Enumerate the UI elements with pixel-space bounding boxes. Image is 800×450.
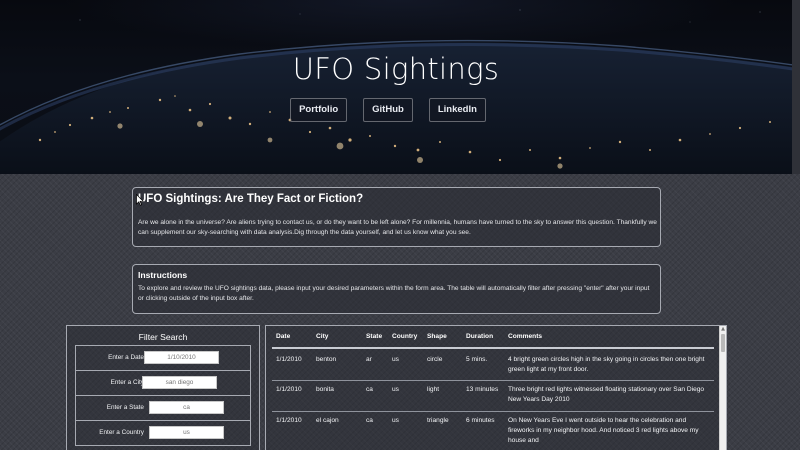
hero-edge bbox=[792, 0, 800, 174]
scroll-up-arrow-icon[interactable]: ▲ bbox=[720, 326, 726, 332]
ufo-table: Date City State Country Shape Duration C… bbox=[272, 326, 714, 450]
column-header-city: City bbox=[312, 326, 362, 349]
cell-country: us bbox=[388, 411, 423, 450]
table-row: 1/1/2010 bonita ca us light 13 minutes T… bbox=[272, 380, 714, 412]
github-button[interactable]: GitHub bbox=[363, 98, 413, 122]
state-label: Enter a State bbox=[106, 404, 144, 411]
filter-title: Filter Search bbox=[138, 332, 188, 342]
cell-duration: 6 minutes bbox=[462, 411, 504, 450]
city-input[interactable] bbox=[142, 376, 217, 389]
cell-shape: light bbox=[423, 380, 462, 412]
country-label: Enter a Country bbox=[99, 429, 144, 436]
cell-city: benton bbox=[312, 348, 362, 381]
column-header-country: Country bbox=[388, 326, 423, 349]
country-input[interactable] bbox=[149, 426, 224, 439]
hero-banner: UFO Sightings Portfolio GitHub LinkedIn bbox=[0, 0, 800, 174]
cell-duration: 13 minutes bbox=[462, 380, 504, 412]
column-header-shape: Shape bbox=[423, 326, 462, 349]
state-input[interactable] bbox=[149, 401, 224, 414]
intro-panel: UFO Sightings: Are They Fact or Fiction?… bbox=[132, 187, 661, 247]
cell-shape: circle bbox=[423, 348, 462, 381]
column-header-date: Date bbox=[272, 326, 312, 349]
cell-city: el cajon bbox=[312, 411, 362, 450]
linkedin-button[interactable]: LinkedIn bbox=[428, 98, 486, 122]
filter-item-city: Enter a City bbox=[76, 371, 250, 396]
cell-date: 1/1/2010 bbox=[272, 411, 312, 450]
cell-date: 1/1/2010 bbox=[272, 348, 312, 381]
column-header-duration: Duration bbox=[462, 326, 504, 349]
filter-list: Enter a Date Enter a City Enter a State … bbox=[75, 345, 251, 446]
instructions-panel: Instructions To explore and review the U… bbox=[132, 264, 661, 314]
cell-comments: On New Years Eve I went outside to hear … bbox=[504, 411, 714, 450]
cell-date: 1/1/2010 bbox=[272, 380, 312, 412]
filter-item-state: Enter a State bbox=[76, 396, 250, 421]
table-row: 1/1/2010 el cajon ca us triangle 6 minut… bbox=[272, 411, 714, 450]
date-input[interactable] bbox=[144, 351, 219, 364]
cell-comments: Three bright red lights witnessed floati… bbox=[504, 380, 714, 412]
intro-text: Are we alone in the universe? Are aliens… bbox=[138, 219, 657, 236]
page-title: UFO Sightings bbox=[292, 52, 500, 86]
portfolio-button[interactable]: Portfolio bbox=[290, 98, 348, 122]
column-header-state: State bbox=[362, 326, 388, 349]
table-scrollbar[interactable]: ▲ bbox=[719, 326, 726, 450]
cell-shape: triangle bbox=[423, 411, 462, 450]
cell-country: us bbox=[388, 348, 423, 381]
cell-country: us bbox=[388, 380, 423, 412]
filter-item-country: Enter a Country bbox=[76, 421, 250, 446]
ufo-table-container[interactable]: Date City State Country Shape Duration C… bbox=[265, 325, 727, 450]
cell-state: ar bbox=[362, 348, 388, 381]
instructions-heading: Instructions bbox=[138, 270, 188, 280]
scrollbar-thumb[interactable] bbox=[721, 334, 725, 352]
table-row: 1/1/2010 benton ar us circle 5 mins. 4 b… bbox=[272, 348, 714, 381]
city-label: Enter a City bbox=[110, 379, 144, 386]
column-header-comments: Comments bbox=[504, 326, 714, 349]
cell-comments: 4 bright green circles high in the sky g… bbox=[504, 348, 714, 381]
filter-panel: Filter Search Enter a Date Enter a City … bbox=[66, 325, 260, 450]
cell-state: ca bbox=[362, 380, 388, 412]
intro-heading: UFO Sightings: Are They Fact or Fiction? bbox=[138, 193, 364, 205]
nav-bar: Portfolio GitHub LinkedIn bbox=[0, 98, 792, 122]
filter-item-date: Enter a Date bbox=[76, 346, 250, 371]
cell-duration: 5 mins. bbox=[462, 348, 504, 381]
earth-at-night-image bbox=[0, 9, 800, 174]
table-header-row: Date City State Country Shape Duration C… bbox=[272, 326, 714, 349]
mouse-cursor-icon bbox=[136, 194, 144, 206]
instructions-text: To explore and review the UFO sightings … bbox=[138, 285, 650, 302]
cell-city: bonita bbox=[312, 380, 362, 412]
cell-state: ca bbox=[362, 411, 388, 450]
date-label: Enter a Date bbox=[108, 354, 144, 361]
